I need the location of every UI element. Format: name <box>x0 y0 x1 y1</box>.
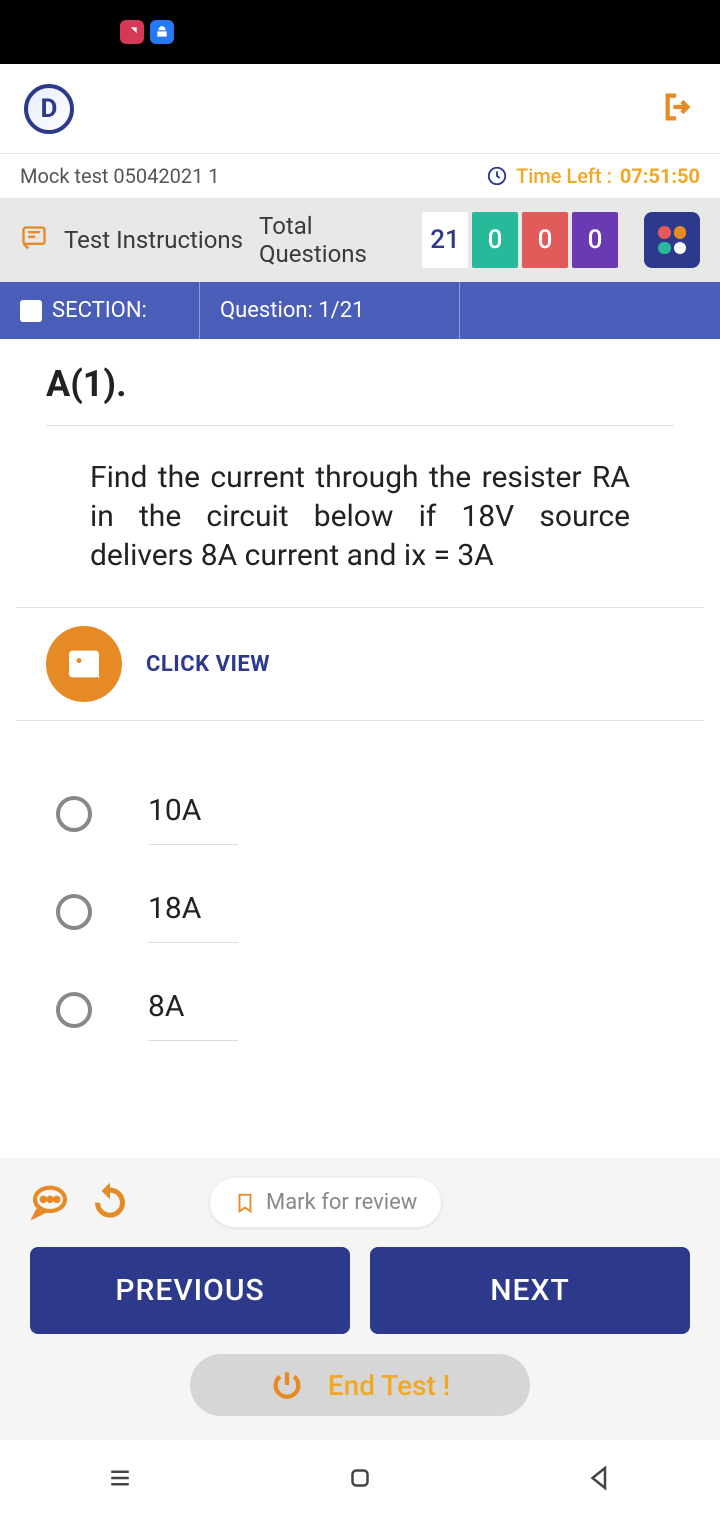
instructions-icon[interactable] <box>20 224 48 256</box>
info-bar: Mock test 05042021 1 Time Left : 07:51:5… <box>0 154 720 198</box>
nav-buttons: PREVIOUS NEXT <box>30 1247 690 1334</box>
question-number: A(1). <box>46 363 674 426</box>
option-text: 8A <box>148 979 238 1041</box>
system-nav-bar <box>0 1440 720 1520</box>
back-icon[interactable] <box>585 1463 615 1497</box>
question-palette-button[interactable] <box>644 212 700 268</box>
question-counter: Question: 1/21 <box>220 298 364 323</box>
question-area: A(1). Find the current through the resis… <box>0 339 720 1069</box>
mark-for-review-label: Mark for review <box>266 1190 417 1215</box>
time-left: Time Left : 07:51:50 <box>486 164 700 188</box>
next-button[interactable]: NEXT <box>370 1247 690 1334</box>
question-counts: 21 0 0 0 <box>422 212 618 268</box>
count-total: 21 <box>422 212 468 268</box>
option-row[interactable]: 10A <box>46 765 674 863</box>
radio-button[interactable] <box>56 992 92 1028</box>
question-counter-cell: Question: 1/21 <box>200 282 460 339</box>
mark-for-review-button[interactable]: Mark for review <box>210 1178 441 1227</box>
bottom-controls: Mark for review PREVIOUS NEXT End Test ! <box>0 1158 720 1440</box>
section-bar: SECTION: Question: 1/21 <box>0 282 720 339</box>
exit-icon[interactable] <box>662 90 696 128</box>
section-extra-cell <box>460 282 720 339</box>
app-logo: D <box>24 84 74 134</box>
instructions-bar: Test Instructions Total Questions 21 0 0… <box>0 198 720 282</box>
click-view-label: CLICK VIEW <box>146 652 270 677</box>
section-icon <box>20 300 42 322</box>
status-app-icon-2 <box>150 20 174 44</box>
options-list: 10A 18A 8A <box>46 721 674 1059</box>
control-row: Mark for review <box>30 1178 690 1227</box>
option-text: 18A <box>148 881 238 943</box>
test-name: Mock test 05042021 1 <box>20 164 220 188</box>
bookmark-icon <box>234 1192 256 1214</box>
section-label: SECTION: <box>52 298 147 323</box>
status-bar <box>0 0 720 64</box>
section-cell[interactable]: SECTION: <box>0 282 200 339</box>
reset-icon[interactable] <box>90 1181 130 1225</box>
power-icon <box>270 1368 304 1402</box>
option-row[interactable]: 8A <box>46 961 674 1059</box>
chat-icon[interactable] <box>30 1181 70 1225</box>
option-row[interactable]: 18A <box>46 863 674 961</box>
count-unanswered: 0 <box>522 212 568 268</box>
view-image-button[interactable] <box>46 626 122 702</box>
instructions-label[interactable]: Test Instructions <box>64 226 243 254</box>
home-icon[interactable] <box>345 1463 375 1497</box>
radio-button[interactable] <box>56 796 92 832</box>
option-text: 10A <box>148 783 238 845</box>
end-test-label: End Test ! <box>328 1369 450 1402</box>
app-header: D <box>0 64 720 154</box>
end-test-button[interactable]: End Test ! <box>190 1354 530 1416</box>
clock-icon <box>486 165 508 187</box>
previous-button[interactable]: PREVIOUS <box>30 1247 350 1334</box>
recent-apps-icon[interactable] <box>105 1463 135 1497</box>
click-view-row[interactable]: CLICK VIEW <box>16 607 704 721</box>
palette-icon <box>658 226 686 254</box>
radio-button[interactable] <box>56 894 92 930</box>
time-value: 07:51:50 <box>620 164 700 188</box>
count-marked: 0 <box>572 212 618 268</box>
time-left-label: Time Left : <box>516 164 612 188</box>
count-answered: 0 <box>472 212 518 268</box>
question-text: Find the current through the resister RA… <box>46 426 674 607</box>
image-icon <box>64 644 104 684</box>
total-questions-label: Total Questions <box>259 212 406 268</box>
status-app-icon-1 <box>120 20 144 44</box>
